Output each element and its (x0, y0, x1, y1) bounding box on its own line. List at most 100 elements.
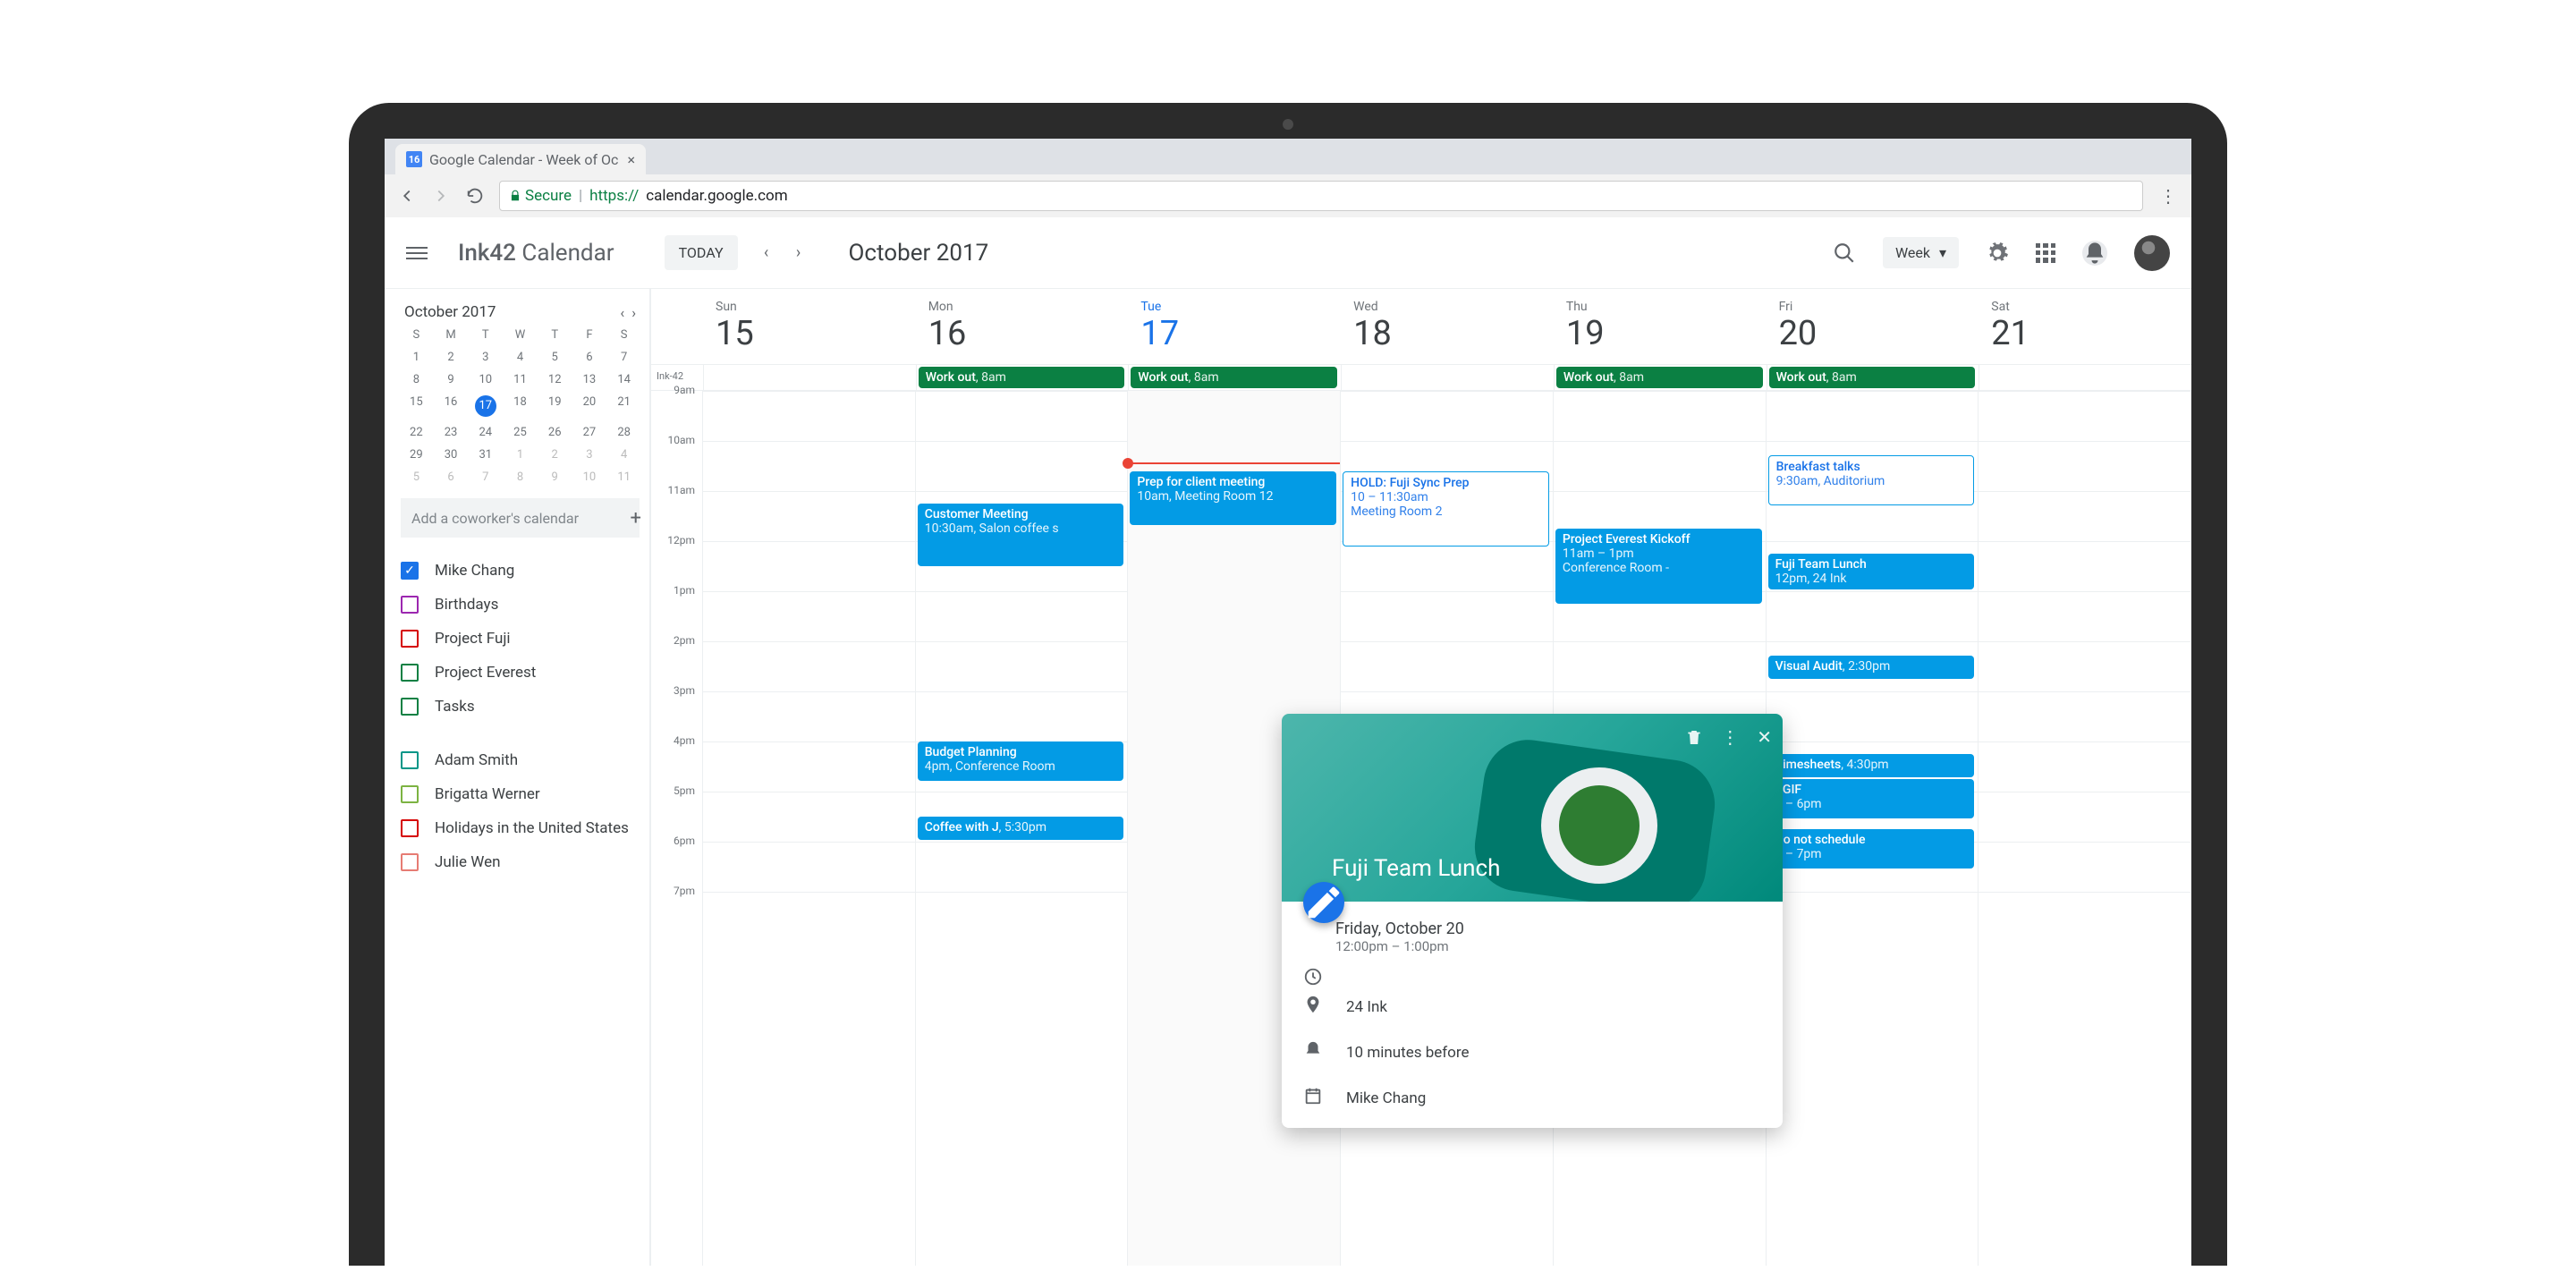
mini-cal-day[interactable]: 31 (468, 448, 503, 462)
mini-cal-day[interactable]: 6 (434, 470, 469, 484)
checkbox[interactable] (401, 562, 419, 580)
mini-cal-day[interactable]: 5 (538, 351, 572, 364)
mini-cal-day[interactable]: 14 (606, 373, 641, 386)
today-button[interactable]: TODAY (665, 235, 738, 270)
allday-event[interactable]: Work out, 8am (1769, 367, 1976, 388)
checkbox[interactable] (401, 785, 419, 803)
calendar-event[interactable]: Budget Planning4pm, Conference Room (918, 741, 1124, 781)
apps-icon[interactable] (2036, 243, 2055, 263)
mini-cal-day[interactable]: 4 (503, 351, 538, 364)
mini-cal-day[interactable]: 7 (606, 351, 641, 364)
calendar-event[interactable]: Prep for client meeting10am, Meeting Roo… (1130, 471, 1336, 525)
close-icon[interactable]: ✕ (1757, 726, 1772, 749)
forward-icon[interactable] (431, 186, 451, 206)
checkbox[interactable] (401, 630, 419, 648)
mini-cal-day[interactable]: 20 (572, 395, 607, 417)
calendar-item[interactable]: Adam Smith (401, 743, 640, 777)
day-column[interactable]: Breakfast talks9:30am, AuditoriumFuji Te… (1767, 391, 1979, 1266)
mini-cal-day[interactable]: 8 (399, 373, 434, 386)
mini-cal-day[interactable]: 21 (606, 395, 641, 417)
mini-cal-day[interactable]: 25 (503, 426, 538, 439)
mini-cal-day[interactable]: 16 (434, 395, 469, 417)
search-icon[interactable] (1833, 242, 1856, 265)
mini-cal-day[interactable]: 27 (572, 426, 607, 439)
mini-cal-day[interactable]: 6 (572, 351, 607, 364)
checkbox[interactable] (401, 751, 419, 769)
mini-cal-day[interactable]: 29 (399, 448, 434, 462)
mini-cal-day[interactable]: 30 (434, 448, 469, 462)
browser-menu-icon[interactable]: ⋮ (2157, 185, 2179, 207)
calendar-event[interactable]: Customer Meeting10:30am, Salon coffee s (918, 504, 1124, 566)
edit-button[interactable] (1303, 882, 1344, 923)
calendar-event[interactable]: Do not schedule6 – 7pm (1768, 829, 1975, 869)
mini-cal-day[interactable]: 5 (399, 470, 434, 484)
mini-cal-day[interactable]: 28 (606, 426, 641, 439)
checkbox[interactable] (401, 698, 419, 716)
mini-cal-day[interactable]: 7 (468, 470, 503, 484)
reload-icon[interactable] (465, 186, 485, 206)
calendar-item[interactable]: Holidays in the United States (401, 811, 640, 845)
checkbox[interactable] (401, 664, 419, 682)
calendar-item[interactable]: Brigatta Werner (401, 777, 640, 811)
calendar-event[interactable]: Project Everest Kickoff11am – 1pmConfere… (1555, 529, 1762, 604)
prev-week-icon[interactable]: ‹ (752, 239, 781, 267)
calendar-event[interactable]: HOLD: Fuji Sync Prep10 – 11:30amMeeting … (1343, 471, 1549, 547)
day-header[interactable]: Wed18 (1341, 289, 1554, 364)
mini-prev-icon[interactable]: ‹ (620, 304, 624, 321)
mini-cal-day[interactable]: 11 (503, 373, 538, 386)
allday-event[interactable]: Work out, 8am (919, 367, 1125, 388)
mini-cal-day[interactable]: 1 (503, 448, 538, 462)
mini-cal-day[interactable]: 4 (606, 448, 641, 462)
mini-cal-day[interactable]: 18 (503, 395, 538, 417)
avatar[interactable] (2134, 235, 2170, 271)
calendar-event[interactable]: Visual Audit, 2:30pm (1768, 656, 1975, 679)
more-icon[interactable]: ⋮ (1721, 726, 1739, 749)
mini-cal-day[interactable]: 2 (538, 448, 572, 462)
mini-cal-day[interactable]: 3 (468, 351, 503, 364)
mini-cal-day[interactable]: 10 (572, 470, 607, 484)
mini-cal-day[interactable]: 23 (434, 426, 469, 439)
day-header[interactable]: Sat21 (1979, 289, 2191, 364)
day-column[interactable] (703, 391, 916, 1266)
calendar-event[interactable]: Timesheets, 4:30pm (1768, 754, 1975, 777)
calendar-item[interactable]: Tasks (401, 690, 640, 724)
mini-cal-day[interactable]: 19 (538, 395, 572, 417)
gear-icon[interactable] (1986, 242, 2009, 265)
mini-cal-day[interactable]: 1 (399, 351, 434, 364)
day-column[interactable] (1979, 391, 2191, 1266)
mini-cal-day[interactable]: 9 (538, 470, 572, 484)
calendar-event[interactable]: Fuji Team Lunch12pm, 24 Ink (1768, 554, 1975, 589)
tab-close-icon[interactable]: × (627, 151, 635, 168)
mini-cal-day[interactable]: 17 (475, 395, 496, 417)
allday-event[interactable]: Work out, 8am (1556, 367, 1763, 388)
back-icon[interactable] (397, 186, 417, 206)
mini-cal-day[interactable]: 22 (399, 426, 434, 439)
checkbox[interactable] (401, 596, 419, 614)
mini-cal-day[interactable]: 13 (572, 373, 607, 386)
mini-cal-day[interactable]: 24 (468, 426, 503, 439)
mini-cal-day[interactable]: 26 (538, 426, 572, 439)
day-column[interactable]: Customer Meeting10:30am, Salon coffee s B… (916, 391, 1129, 1266)
mini-cal-day[interactable]: 2 (434, 351, 469, 364)
menu-icon[interactable] (406, 242, 428, 264)
calendar-event[interactable]: Coffee with J, 5:30pm (918, 817, 1124, 840)
mini-calendar[interactable]: SMTWTFS123456789101112131415161718192021… (395, 328, 645, 498)
next-week-icon[interactable]: › (784, 239, 813, 267)
mini-cal-day[interactable]: 10 (468, 373, 503, 386)
calendar-item[interactable]: Julie Wen (401, 845, 640, 879)
add-coworker-input[interactable]: Add a coworker's calendar+ (401, 498, 640, 538)
mini-cal-day[interactable]: 11 (606, 470, 641, 484)
calendar-event[interactable]: TGIF5 – 6pm (1768, 779, 1975, 818)
bell-icon[interactable] (2082, 241, 2107, 266)
day-header[interactable]: Sun15 (703, 289, 916, 364)
calendar-item[interactable]: Mike Chang (401, 554, 640, 588)
allday-event[interactable]: Work out, 8am (1131, 367, 1337, 388)
day-header[interactable]: Mon16 (916, 289, 1129, 364)
delete-icon[interactable] (1685, 726, 1703, 749)
checkbox[interactable] (401, 819, 419, 837)
calendar-item[interactable]: Project Everest (401, 656, 640, 690)
day-header[interactable]: Thu19 (1554, 289, 1767, 364)
mini-cal-day[interactable]: 3 (572, 448, 607, 462)
mini-cal-day[interactable]: 15 (399, 395, 434, 417)
mini-cal-day[interactable]: 9 (434, 373, 469, 386)
